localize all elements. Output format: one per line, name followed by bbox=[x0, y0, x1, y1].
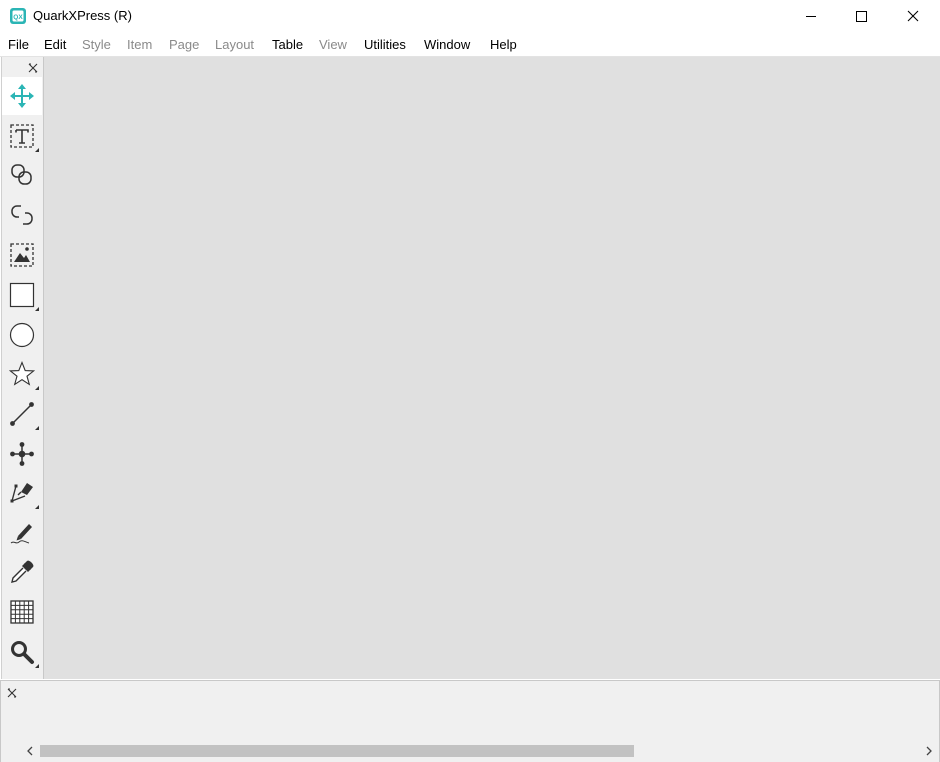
freehand-drawing-tool-icon bbox=[10, 524, 32, 544]
table-tool-icon bbox=[10, 600, 34, 624]
unlinking-tool-icon bbox=[11, 205, 33, 225]
text-content-tool-icon bbox=[10, 124, 34, 148]
starburst-tool-icon bbox=[9, 361, 35, 386]
pen-tool-icon bbox=[10, 483, 33, 503]
tools-palette bbox=[1, 57, 44, 679]
rectangle-box-tool[interactable] bbox=[2, 276, 42, 314]
menu-file[interactable]: File bbox=[8, 37, 29, 53]
window-title: QuarkXPress (R) bbox=[33, 8, 132, 23]
menu-edit[interactable]: Edit bbox=[44, 37, 66, 53]
eyedropper-tool[interactable] bbox=[2, 553, 42, 591]
maximize-icon bbox=[856, 11, 867, 22]
document-workspace[interactable] bbox=[43, 57, 940, 679]
oval-box-tool[interactable] bbox=[2, 316, 42, 354]
bezier-point-tool-icon bbox=[10, 442, 34, 466]
submenu-indicator-icon bbox=[35, 148, 39, 152]
menu-help[interactable]: Help bbox=[490, 37, 517, 53]
rectangle-box-tool-icon bbox=[9, 282, 35, 308]
pen-tool[interactable] bbox=[2, 474, 42, 512]
chevron-right-icon bbox=[926, 746, 932, 756]
palette-close-icon[interactable] bbox=[28, 60, 38, 73]
menu-style[interactable]: Style bbox=[82, 37, 111, 53]
freehand-drawing-tool[interactable] bbox=[2, 514, 42, 552]
scroll-left-button[interactable] bbox=[21, 742, 39, 760]
eyedropper-tool-icon bbox=[11, 560, 34, 583]
chevron-left-icon bbox=[27, 746, 33, 756]
menu-utilities[interactable]: Utilities bbox=[364, 37, 406, 53]
menu-layout[interactable]: Layout bbox=[215, 37, 254, 53]
menu-item[interactable]: Item bbox=[127, 37, 152, 53]
menu-page[interactable]: Page bbox=[169, 37, 199, 53]
oval-box-tool-icon bbox=[9, 322, 35, 348]
menu-view[interactable]: View bbox=[319, 37, 347, 53]
quarkxpress-logo-icon: QX bbox=[9, 7, 27, 25]
text-content-tool[interactable] bbox=[2, 117, 42, 155]
picture-content-tool[interactable] bbox=[2, 236, 42, 274]
unlinking-tool[interactable] bbox=[2, 196, 42, 234]
menu-bar: File Edit Style Item Page Layout Table V… bbox=[0, 33, 940, 57]
svg-text:QX: QX bbox=[13, 14, 23, 21]
palette-close-icon[interactable] bbox=[7, 685, 17, 698]
minimize-button[interactable] bbox=[788, 0, 834, 32]
zoom-tool[interactable] bbox=[2, 633, 42, 671]
line-tool-icon bbox=[10, 402, 34, 426]
bottom-palette bbox=[0, 680, 940, 762]
linking-tool-icon bbox=[11, 164, 32, 185]
quarkxpress-window: QX QuarkXPress (R) File Edit Style Item … bbox=[0, 0, 940, 762]
linking-tool[interactable] bbox=[2, 156, 42, 194]
maximize-button[interactable] bbox=[838, 0, 884, 32]
line-tool[interactable] bbox=[2, 395, 42, 433]
menu-window[interactable]: Window bbox=[424, 37, 470, 53]
move-item-tool[interactable] bbox=[2, 77, 42, 115]
close-button[interactable] bbox=[890, 0, 936, 32]
move-item-tool-icon bbox=[10, 84, 34, 108]
submenu-indicator-icon bbox=[35, 426, 39, 430]
title-bar: QX QuarkXPress (R) bbox=[0, 0, 940, 32]
zoom-tool-icon bbox=[11, 641, 34, 664]
table-tool[interactable] bbox=[2, 593, 42, 631]
scroll-right-button[interactable] bbox=[920, 742, 938, 760]
menu-table[interactable]: Table bbox=[272, 37, 303, 53]
picture-content-tool-icon bbox=[10, 243, 34, 267]
bezier-point-tool[interactable] bbox=[2, 435, 42, 473]
minimize-icon bbox=[806, 16, 816, 17]
submenu-indicator-icon bbox=[35, 307, 39, 311]
submenu-indicator-icon bbox=[35, 386, 39, 390]
submenu-indicator-icon bbox=[35, 505, 39, 509]
submenu-indicator-icon bbox=[35, 664, 39, 668]
close-icon bbox=[907, 10, 919, 22]
scroll-thumb[interactable] bbox=[40, 745, 634, 757]
horizontal-scrollbar[interactable] bbox=[21, 742, 938, 760]
starburst-tool[interactable] bbox=[2, 355, 42, 393]
